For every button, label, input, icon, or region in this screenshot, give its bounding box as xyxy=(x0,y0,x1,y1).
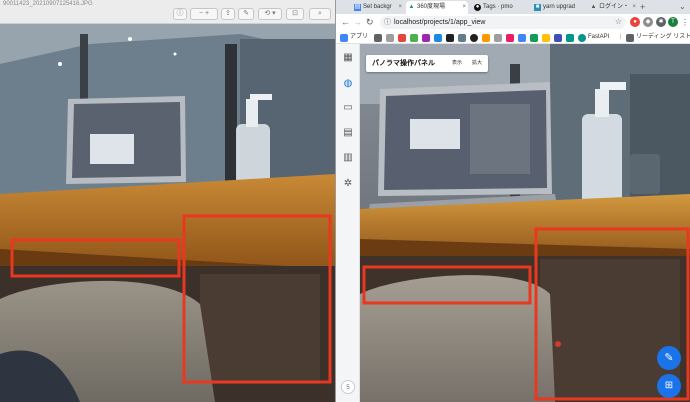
site-info-icon[interactable]: ⓘ xyxy=(384,18,391,27)
tab-search-icon[interactable]: ⌄ xyxy=(679,1,686,13)
bookmark-icon[interactable] xyxy=(566,34,574,42)
tab-label: Set backgr xyxy=(363,4,392,10)
address-bar-row: ← → ↻ ⓘ localhost/projects/1/app_view ☆ … xyxy=(336,14,690,31)
drive-triangle-icon: ▲ xyxy=(590,4,597,10)
bookmark-icon[interactable] xyxy=(434,34,442,42)
bookmark-icon[interactable] xyxy=(554,34,562,42)
app-content: ▦ ◍ ▭ ▤ ▥ ✲ 5 パノラマ操作パネル 表示 拡大 ✎ ⊞ xyxy=(336,44,690,402)
doc-icon: ▤ xyxy=(354,4,361,11)
pen-icon: ✎ xyxy=(243,10,249,17)
panorama-photo xyxy=(0,24,335,402)
bookmark-icon[interactable] xyxy=(386,34,394,42)
zoom-buttons[interactable]: − + xyxy=(190,8,218,20)
github-icon[interactable] xyxy=(470,34,478,42)
settings-icon[interactable]: ✲ xyxy=(342,178,354,190)
reading-list-icon[interactable] xyxy=(626,34,634,42)
drive-triangle-icon: ▲ xyxy=(408,4,415,10)
extension-icon[interactable]: ● xyxy=(630,17,640,27)
bookmark-apps[interactable]: アプリ xyxy=(350,33,368,42)
search-icon: ⌕ xyxy=(318,10,322,17)
tab-login[interactable]: ▲ ログイン・ × xyxy=(588,1,638,14)
forward-icon[interactable]: → xyxy=(353,17,362,28)
bookmark-star-icon[interactable]: ☆ xyxy=(615,17,622,27)
extension-icon[interactable]: ◆ xyxy=(643,17,653,27)
menu-dots-icon[interactable]: ⋮ xyxy=(681,17,689,28)
bookmark-icon[interactable] xyxy=(458,34,466,42)
bookmarks-separator: | xyxy=(620,34,622,40)
edit-fab[interactable]: ✎ xyxy=(657,346,681,370)
apps-grid-icon[interactable] xyxy=(340,34,348,42)
reading-list[interactable]: リーディング リスト xyxy=(636,33,690,42)
markup-button[interactable]: ✎ xyxy=(238,8,254,20)
omnibox[interactable]: ⓘ localhost/projects/1/app_view ☆ xyxy=(380,16,626,29)
reload-icon[interactable]: ↻ xyxy=(366,17,374,28)
add-image-icon: ⊞ xyxy=(664,380,674,391)
zoom-icon: − + xyxy=(198,10,210,17)
tab-label: Tags · pmo xyxy=(483,4,513,10)
pencil-icon: ✎ xyxy=(664,352,674,364)
back-icon[interactable]: ← xyxy=(341,17,350,28)
bookmark-icon[interactable] xyxy=(374,34,382,42)
panel-title: パノラマ操作パネル xyxy=(372,60,435,67)
bookmark-icon[interactable] xyxy=(410,34,418,42)
document-icon[interactable]: ▤ xyxy=(342,127,354,139)
extensions-puzzle-icon[interactable]: ✱ xyxy=(656,17,666,27)
bookmark-icon[interactable] xyxy=(446,34,454,42)
bookmark-icon[interactable] xyxy=(518,34,526,42)
bookmark-icon[interactable] xyxy=(422,34,430,42)
globe-icon[interactable]: ◍ xyxy=(342,78,354,90)
image-viewer-window: 90011423_20210907125416.JPG ⓘ − + ⇪ ✎ ⟲ … xyxy=(0,0,335,402)
bookmarks-bar: アプリ FastAPI | リーディング リスト xyxy=(336,31,690,44)
bookmark-icon[interactable] xyxy=(506,34,514,42)
tab-yarn-upgrade[interactable]: ■ yarn upgrad xyxy=(532,1,586,14)
tab-tags[interactable]: ● Tags · pmo xyxy=(472,1,526,14)
close-icon[interactable]: × xyxy=(398,1,402,13)
rotate-button[interactable]: ⟲ ▾ xyxy=(258,8,282,20)
viewer-filename: 90011423_20210907125416.JPG xyxy=(3,1,93,7)
share-icon: ⇪ xyxy=(225,10,231,17)
rotate-icon: ⟲ ▾ xyxy=(264,10,276,17)
info-button[interactable]: ⓘ xyxy=(173,8,187,20)
close-icon[interactable]: × xyxy=(462,1,466,13)
viewer-toolbar: 90011423_20210907125416.JPG ⓘ − + ⇪ ✎ ⟲ … xyxy=(0,0,335,24)
bookmark-icon[interactable] xyxy=(398,34,406,42)
app-sidebar: ▦ ◍ ▭ ▤ ▥ ✲ 5 xyxy=(336,44,360,402)
tab-label: 360度現場 xyxy=(417,4,446,10)
bookmark-icon[interactable] xyxy=(542,34,550,42)
sidebar-badge[interactable]: 5 xyxy=(341,380,355,394)
map-icon[interactable]: ▥ xyxy=(342,152,354,164)
bookmark-icon[interactable] xyxy=(494,34,502,42)
bookmark-fastapi[interactable]: FastAPI xyxy=(588,33,609,42)
tab-label: yarn upgrad xyxy=(543,4,576,10)
dashboard-icon[interactable]: ▦ xyxy=(342,52,354,64)
crop-button[interactable]: ⊡ xyxy=(286,8,304,20)
zoom-button[interactable]: 拡大 xyxy=(472,60,482,67)
bookmark-icon[interactable] xyxy=(530,34,538,42)
url-text: localhost/projects/1/app_view xyxy=(394,19,486,26)
show-button[interactable]: 表示 xyxy=(452,60,462,67)
fastapi-icon[interactable] xyxy=(578,34,586,42)
share-button[interactable]: ⇪ xyxy=(221,8,235,20)
search-button[interactable]: ⌕ xyxy=(309,8,331,20)
new-tab-button[interactable]: + xyxy=(640,1,645,13)
info-icon: ⓘ xyxy=(176,10,184,17)
bookmark-icon[interactable] xyxy=(482,34,490,42)
panorama-view[interactable] xyxy=(360,44,690,402)
tab-strip: ▤ Set backgr × ▲ 360度現場 × ● Tags · pmo ■… xyxy=(336,0,690,14)
add-fab[interactable]: ⊞ xyxy=(657,374,681,398)
profile-avatar[interactable]: T xyxy=(668,17,678,27)
browser-window: ▤ Set backgr × ▲ 360度現場 × ● Tags · pmo ■… xyxy=(335,0,690,402)
close-icon[interactable]: × xyxy=(632,1,636,13)
tab-label: ログイン・ xyxy=(599,4,630,10)
chat-icon[interactable]: ▭ xyxy=(342,102,354,114)
crop-icon: ⊡ xyxy=(292,10,298,17)
box-icon: ■ xyxy=(534,4,541,11)
github-icon: ● xyxy=(474,4,481,11)
panorama-control-panel: パノラマ操作パネル 表示 拡大 xyxy=(366,55,488,72)
tab-set-background[interactable]: ▤ Set backgr × xyxy=(352,1,404,14)
tab-360-site[interactable]: ▲ 360度現場 × xyxy=(406,1,468,14)
